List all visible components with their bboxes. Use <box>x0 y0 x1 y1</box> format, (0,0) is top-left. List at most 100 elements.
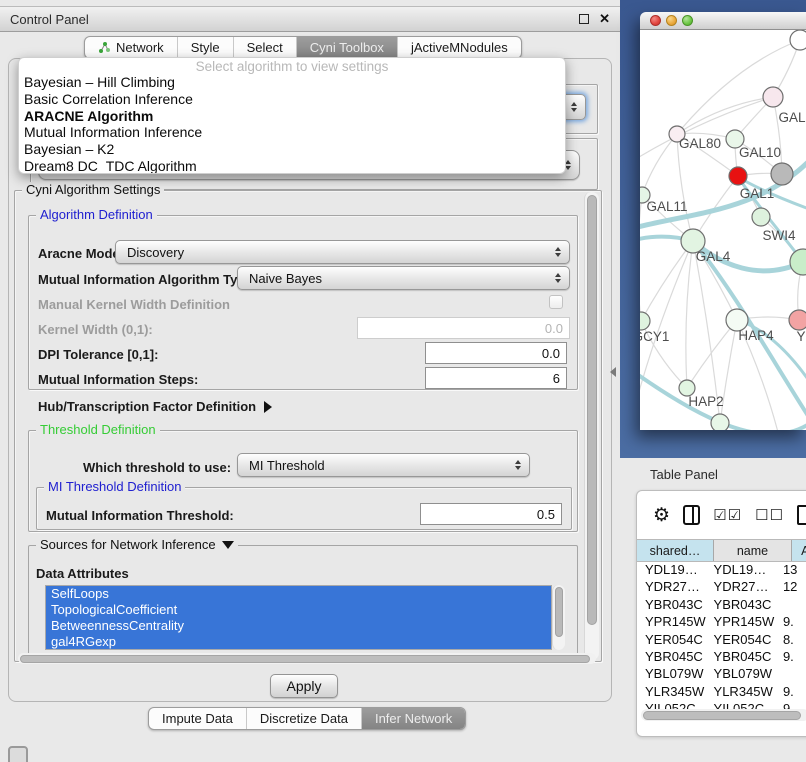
aracne-mode-combo[interactable]: Discovery <box>115 240 570 264</box>
which-threshold-combo[interactable]: MI Threshold <box>237 453 530 477</box>
deselect-all-checkboxes-icon[interactable]: ☐☐ <box>755 506 784 524</box>
settings-hscrollbar-thumb[interactable] <box>20 655 590 663</box>
table-row[interactable]: YBR043CYBR043C <box>637 597 806 614</box>
collapse-arrow-icon[interactable] <box>222 541 234 549</box>
attribute-item[interactable]: SelfLoops <box>46 586 551 602</box>
table-cell: YER054C <box>637 632 706 649</box>
algorithm-option[interactable]: Mutual Information Inference <box>19 124 565 141</box>
dpi-tolerance-field[interactable]: 0.0 <box>425 342 567 364</box>
network-window: GALGAL80GAL10GAL1GAL11SWI4GAL4GCY1HAP4YH… <box>640 12 806 430</box>
tab-cyni-toolbox[interactable]: Cyni Toolbox <box>297 37 398 58</box>
attribute-item[interactable]: gal4RGexp <box>46 634 551 650</box>
column-header[interactable]: A… <box>792 540 806 561</box>
table-row[interactable]: YLR345WYLR345W9. <box>637 684 806 701</box>
combo-stepper-icon[interactable] <box>515 460 521 471</box>
tab-label: Impute Data <box>162 711 233 726</box>
settings-scrollbar-thumb[interactable] <box>587 195 597 625</box>
table-row[interactable]: YBR045CYBR045C9. <box>637 649 806 666</box>
table-body: YDL19…YDL19…13YDR27…YDR27…12YBR043CYBR04… <box>637 562 806 719</box>
attributes-scrollbar[interactable] <box>552 585 565 650</box>
algorithm-option[interactable]: Basic Correlation Inference <box>19 91 565 108</box>
screen: Control Panel ✕ NetworkStyleSelectCyni T… <box>0 0 806 762</box>
network-node-GCY1[interactable] <box>640 312 650 330</box>
expander-arrow-icon[interactable] <box>264 401 272 413</box>
tab-jactivemnodules[interactable]: jActiveMNodules <box>398 37 521 58</box>
mi-threshold-field[interactable]: 0.5 <box>420 503 562 525</box>
network-node-GAL[interactable] <box>763 87 783 107</box>
table-cell: YLR345W <box>637 684 706 701</box>
combo-stepper-icon[interactable] <box>555 247 561 258</box>
table-cell: YLR345W <box>706 684 775 701</box>
tab-style[interactable]: Style <box>178 37 234 58</box>
close-icon[interactable]: ✕ <box>599 11 610 27</box>
network-node-GAL1[interactable] <box>729 167 747 185</box>
table-row[interactable]: YPR145WYPR145W9. <box>637 614 806 631</box>
select-all-checkboxes-icon[interactable]: ☑☑ <box>713 506 742 524</box>
network-canvas[interactable]: GALGAL80GAL10GAL1GAL11SWI4GAL4GCY1HAP4YH… <box>640 30 806 430</box>
column-header[interactable]: shared… <box>637 540 714 561</box>
network-graph[interactable]: GALGAL80GAL10GAL1GAL11SWI4GAL4GCY1HAP4YH… <box>640 30 806 430</box>
bottom-corner-icon[interactable] <box>8 746 28 762</box>
table-panel: Table Panel ⚙ ☑☑ ☐☐ shared…nameA… YDL19…… <box>620 458 806 762</box>
table-row[interactable]: YER054CYER054C8. <box>637 632 806 649</box>
algorithm-option[interactable]: ARACNE Algorithm <box>19 108 565 125</box>
float-window-icon[interactable] <box>579 14 589 24</box>
network-node-label: SWI4 <box>762 228 795 243</box>
tab-label: Style <box>191 40 220 55</box>
combo-stepper-icon[interactable] <box>555 273 561 284</box>
manual-kernel-width-label: Manual Kernel Width Definition <box>38 297 230 312</box>
panel-splitter-arrow-icon[interactable] <box>610 367 616 377</box>
manual-kernel-width-checkbox[interactable] <box>549 295 563 309</box>
table-row[interactable]: YDL19…YDL19…13 <box>637 562 806 579</box>
table-cell: YDL19… <box>637 562 706 579</box>
apply-button[interactable]: Apply <box>270 674 338 698</box>
network-node[interactable] <box>790 30 806 50</box>
network-node[interactable] <box>711 414 729 430</box>
hub-definition-expander[interactable]: Hub/Transcription Factor Definition <box>38 399 272 414</box>
attribute-item[interactable]: TopologicalCoefficient <box>46 602 551 618</box>
gear-icon[interactable]: ⚙ <box>653 504 670 527</box>
tab-infer-network[interactable]: Infer Network <box>362 708 465 729</box>
network-node[interactable] <box>771 163 793 185</box>
kernel-width-field[interactable]: 0.0 <box>357 317 570 339</box>
control-panel-tabs: Network Style SelectCyni ToolboxjActiveMNo… <box>84 36 522 59</box>
mi-algorithm-type-combo[interactable]: Naive Bayes <box>237 266 570 290</box>
mi-threshold-label: Mutual Information Threshold: <box>46 508 234 523</box>
tab-label: Infer Network <box>375 711 452 726</box>
settings-scrollbar[interactable] <box>584 192 599 660</box>
table-row[interactable]: YBL079WYBL079W <box>637 666 806 683</box>
table-row[interactable]: YDR27…YDR27…12 <box>637 579 806 596</box>
dpi-tolerance-label: DPI Tolerance [0,1]: <box>38 347 158 362</box>
algorithm-combo-prompt[interactable]: Select algorithm to view settings <box>19 59 565 74</box>
column-header[interactable]: name <box>714 540 792 561</box>
tab-network[interactable]: Network <box>85 37 178 58</box>
split-columns-icon[interactable] <box>683 505 700 525</box>
network-node[interactable] <box>790 249 806 275</box>
document-icon[interactable] <box>797 505 806 525</box>
attribute-item[interactable]: BetweennessCentrality <box>46 618 551 634</box>
mi-algorithm-type-label: Mutual Information Algorithm Type: <box>38 272 257 287</box>
tab-select[interactable]: Select <box>234 37 297 58</box>
tab-discretize-data[interactable]: Discretize Data <box>247 708 362 729</box>
minimize-traffic-light-icon[interactable] <box>666 15 677 26</box>
close-traffic-light-icon[interactable] <box>650 15 661 26</box>
combo-stepper-icon[interactable] <box>571 102 577 113</box>
mi-steps-field[interactable]: 6 <box>425 367 567 389</box>
network-node-Y[interactable] <box>789 310 806 330</box>
algorithm-option[interactable]: Dream8 DC_TDC Algorithm <box>19 158 565 174</box>
network-node-SWI4[interactable] <box>752 208 770 226</box>
settings-hscrollbar[interactable] <box>18 653 596 664</box>
zoom-traffic-light-icon[interactable] <box>682 15 693 26</box>
table-hscrollbar-thumb[interactable] <box>643 711 801 720</box>
algorithm-option[interactable]: Bayesian – K2 <box>19 141 565 158</box>
attributes-scrollbar-thumb[interactable] <box>555 587 563 637</box>
table-cell: YDR27… <box>706 579 775 596</box>
tab-label: Network <box>116 40 164 55</box>
algorithm-option[interactable]: Bayesian – Hill Climbing <box>19 74 565 91</box>
table-hscrollbar[interactable] <box>641 709 806 721</box>
aracne-mode-value: Discovery <box>127 245 184 260</box>
network-window-titlebar[interactable] <box>640 12 806 30</box>
data-attributes-list[interactable]: SelfLoopsTopologicalCoefficientBetweenne… <box>45 585 552 650</box>
network-node-label: GAL10 <box>739 145 781 160</box>
tab-impute-data[interactable]: Impute Data <box>149 708 247 729</box>
